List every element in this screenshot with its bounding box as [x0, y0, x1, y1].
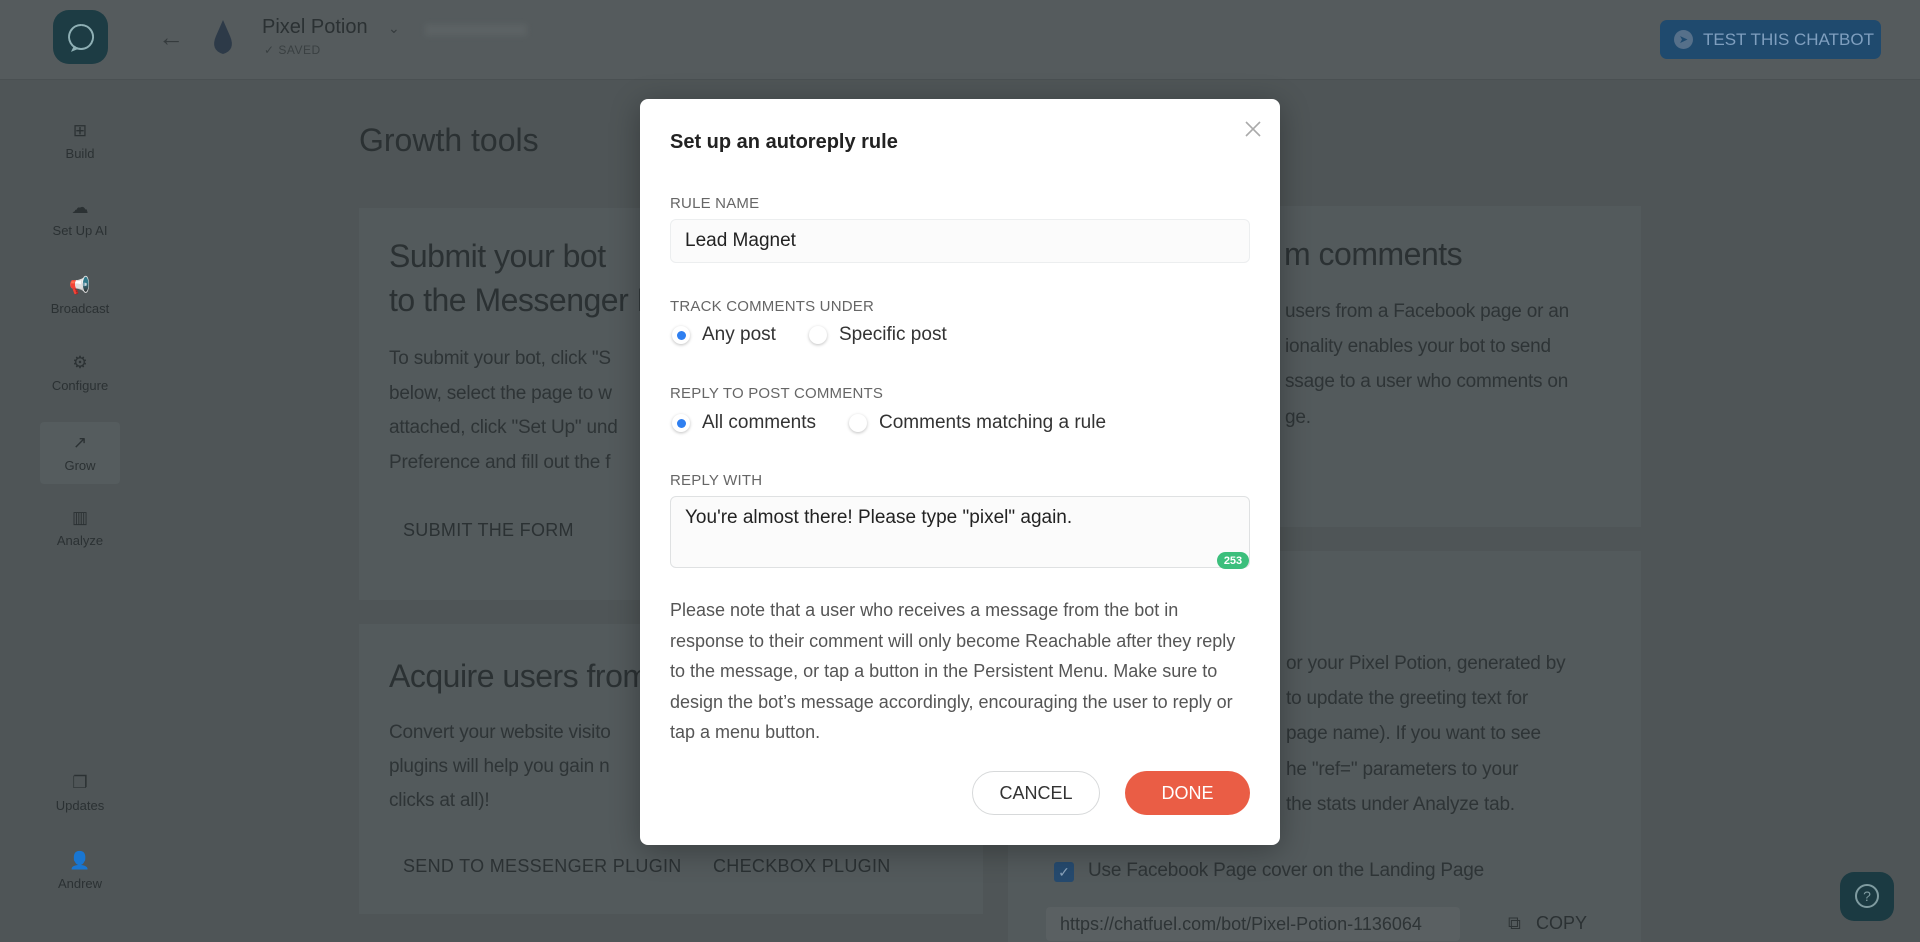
top-bar: ← Pixel Potion ✓ SAVED ⌄ ➤ TEST THIS CHA…: [0, 0, 1920, 80]
messenger-icon: ➤: [1674, 30, 1693, 49]
card-text: Convert your website visito: [389, 722, 611, 743]
landing-url-field[interactable]: https://chatfuel.com/bot/Pixel-Potion-11…: [1046, 907, 1460, 941]
card-text: to update the greeting text for: [1286, 688, 1529, 709]
autoreply-rule-dialog: Set up an autoreply rule RULE NAME Lead …: [640, 99, 1280, 845]
close-icon[interactable]: [1238, 114, 1268, 144]
card-text: To submit your bot, click "S: [389, 348, 611, 369]
bot-name[interactable]: Pixel Potion: [262, 16, 368, 39]
card-text: users from a Facebook page or an: [1285, 301, 1570, 322]
radio-any-post[interactable]: Any post: [672, 324, 776, 346]
sidebar-item-label: Configure: [51, 377, 109, 393]
card-text: page name). If you want to see: [1286, 723, 1541, 744]
rule-name-label: RULE NAME: [670, 195, 760, 212]
svg-text:?: ?: [1863, 888, 1871, 904]
bot-avatar: [210, 16, 236, 58]
radio-label: Any post: [702, 324, 776, 345]
sidebar-item-label: Updates: [55, 797, 105, 813]
reachability-note: Please note that a user who receives a m…: [670, 600, 1236, 743]
card-text: he "ref=" parameters to your: [1286, 759, 1519, 780]
dialog-title: Set up an autoreply rule: [670, 131, 898, 153]
track-comments-label: TRACK COMMENTS UNDER: [670, 298, 875, 315]
radio-label: Comments matching a rule: [879, 412, 1107, 433]
character-counter: 253: [1217, 552, 1249, 569]
help-icon: ?: [1855, 883, 1879, 908]
sidebar-item-label: Analyze: [56, 532, 104, 548]
send-to-messenger-plugin-button[interactable]: SEND TO MESSENGER PLUGIN: [403, 856, 682, 877]
chevron-down-icon[interactable]: ⌄: [388, 20, 400, 37]
card-text: ionality enables your bot to send: [1285, 336, 1551, 357]
save-status: ✓ SAVED: [264, 43, 321, 57]
card-text: the stats under Analyze tab.: [1286, 794, 1515, 815]
card-text: below, select the page to w: [389, 383, 612, 404]
done-button[interactable]: DONE: [1125, 771, 1250, 815]
radio-selected-icon: [672, 414, 690, 432]
bar-chart-icon: ▥: [71, 507, 89, 527]
card-title: m comments: [1284, 236, 1463, 272]
help-button[interactable]: ?: [1840, 872, 1894, 921]
card-text: ge.: [1285, 407, 1311, 428]
card-title: Submit your bot: [389, 238, 606, 274]
chatfuel-logo[interactable]: [53, 10, 108, 64]
card-text: plugins will help you gain n: [389, 756, 610, 777]
radio-selected-icon: [672, 326, 690, 344]
landing-cover-checkbox[interactable]: ✓: [1054, 862, 1074, 882]
sidebar-item-grow[interactable]: ↗ Grow: [40, 422, 120, 484]
test-chatbot-button[interactable]: ➤ TEST THIS CHATBOT: [1660, 20, 1881, 59]
card-title: to the Messenger D: [389, 282, 660, 318]
reply-with-label: REPLY WITH: [670, 472, 763, 489]
card-text: Preference and fill out the f: [389, 452, 611, 473]
sidebar-item-label: Grow: [64, 457, 96, 473]
card-text: or your Pixel Potion, generated by: [1286, 653, 1566, 674]
sidebar-item-build[interactable]: ⊞ Build: [40, 110, 120, 172]
card-text: attached, click "Set Up" und: [389, 417, 618, 438]
radio-unselected-icon: [809, 326, 827, 344]
checkbox-plugin-button[interactable]: CHECKBOX PLUGIN: [713, 856, 891, 877]
radio-label: Specific post: [839, 324, 947, 345]
updates-icon: ❐: [72, 772, 88, 792]
growth-icon: ↗: [72, 432, 88, 452]
reply-with-textarea[interactable]: You're almost there! Please type "pixel"…: [670, 496, 1250, 568]
sidebar-item-profile[interactable]: 👤 Andrew: [40, 840, 120, 902]
sidebar-item-label: Build: [65, 145, 95, 161]
card-text: clicks at all)!: [389, 790, 490, 811]
cancel-button[interactable]: CANCEL: [972, 771, 1100, 815]
megaphone-icon: 📢: [69, 275, 91, 295]
blurred-text: [425, 24, 527, 36]
submit-form-button[interactable]: SUBMIT THE FORM: [403, 520, 574, 541]
user-avatar: 👤: [69, 850, 91, 870]
gear-icon: ⚙: [72, 352, 88, 372]
sidebar-item-broadcast[interactable]: 📢 Broadcast: [40, 265, 120, 327]
rule-name-input[interactable]: Lead Magnet: [670, 219, 1250, 263]
sidebar-item-label: Broadcast: [50, 300, 110, 316]
sidebar-item-analyze[interactable]: ▥ Analyze: [40, 497, 120, 559]
test-chatbot-label: TEST THIS CHATBOT: [1703, 29, 1874, 49]
copy-button[interactable]: COPY: [1536, 913, 1587, 934]
radio-unselected-icon: [849, 414, 867, 432]
radio-all-comments[interactable]: All comments: [672, 412, 816, 434]
ai-cloud-icon: ☁: [71, 197, 89, 217]
sidebar-item-label: Set Up AI: [52, 222, 108, 238]
card-text: ssage to a user who comments on: [1285, 371, 1569, 392]
landing-cover-label: Use Facebook Page cover on the Landing P…: [1088, 860, 1484, 881]
grid-icon: ⊞: [72, 120, 88, 140]
back-arrow-icon[interactable]: ←: [158, 22, 184, 53]
copy-icon: ⧉: [1508, 913, 1521, 933]
sidebar-item-label: Andrew: [57, 875, 103, 891]
page-title: Growth tools: [359, 122, 539, 158]
card-title: Acquire users from: [389, 658, 649, 694]
sidebar-item-updates[interactable]: ❐ Updates: [40, 762, 120, 824]
radio-comments-matching-rule[interactable]: Comments matching a rule: [849, 412, 1106, 434]
radio-specific-post[interactable]: Specific post: [809, 324, 947, 346]
sidebar-item-set-up-ai[interactable]: ☁ Set Up AI: [40, 187, 120, 249]
sidebar-item-configure[interactable]: ⚙ Configure: [40, 342, 120, 404]
radio-label: All comments: [702, 412, 817, 433]
reply-to-label: REPLY TO POST COMMENTS: [670, 385, 884, 402]
